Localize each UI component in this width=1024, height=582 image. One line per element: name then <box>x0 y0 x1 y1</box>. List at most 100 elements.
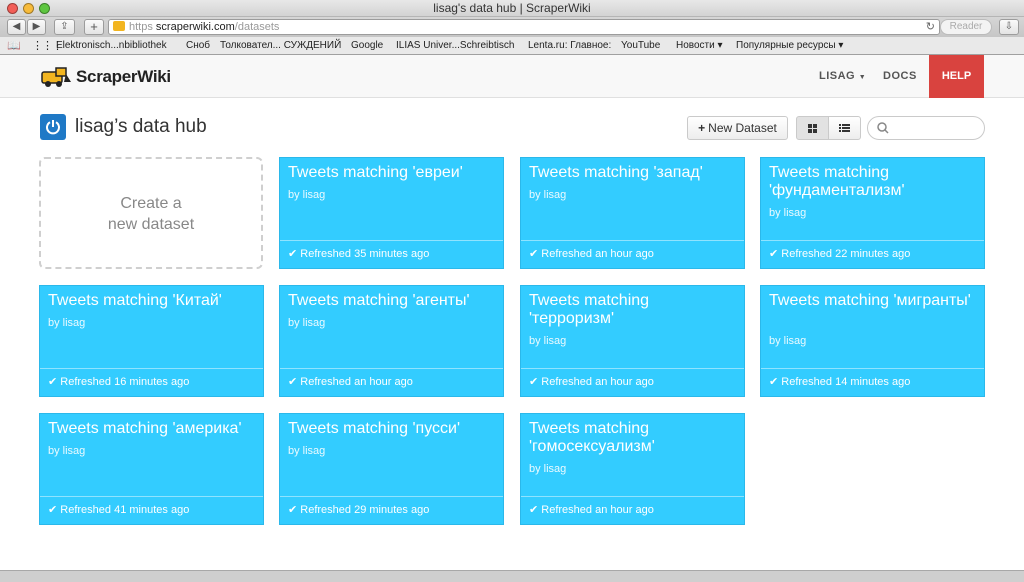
minimize-window-button[interactable] <box>23 3 34 14</box>
user-menu-link[interactable]: LISAG ▼ <box>819 55 866 98</box>
check-icon: ✔ <box>288 504 298 516</box>
status-text: Refreshed an hour ago <box>541 504 654 516</box>
dataset-card[interactable]: Tweets matching 'мигранты' by lisag ✔ Re… <box>760 285 985 397</box>
maximize-window-button[interactable] <box>39 3 50 14</box>
list-icon <box>839 124 850 132</box>
page-title: lisag’s data hub <box>75 116 207 137</box>
dataset-title: Tweets matching 'америка' <box>48 420 242 437</box>
new-dataset-button[interactable]: + New Dataset <box>687 116 788 140</box>
new-dataset-label: New Dataset <box>708 121 777 135</box>
check-icon: ✔ <box>529 376 539 388</box>
status-text: Refreshed an hour ago <box>541 376 654 388</box>
site-favicon <box>113 21 125 31</box>
browser-toolbar: ◀ ▶ ⇪ + https scraperwiki.com/datasets ↻… <box>0 17 1024 37</box>
status-text: Refreshed an hour ago <box>300 376 413 388</box>
status-text: Refreshed 29 minutes ago <box>300 504 430 516</box>
dataset-card[interactable]: Tweets matching 'терроризм' by lisag ✔ R… <box>520 285 745 397</box>
share-button[interactable]: ⇪ <box>54 19 75 35</box>
dataset-owner: by lisag <box>48 445 86 457</box>
site-header: ScraperWiki LISAG ▼ DOCS HELP <box>0 55 1024 98</box>
url-domain: scraperwiki.com <box>155 21 235 33</box>
reader-button[interactable]: Reader <box>940 19 992 35</box>
dataset-status: ✔ Refreshed 41 minutes ago <box>40 496 263 524</box>
dataset-owner: by lisag <box>48 317 86 329</box>
dataset-status: ✔ Refreshed an hour ago <box>521 368 744 396</box>
status-text: Refreshed 35 minutes ago <box>300 248 430 260</box>
page-heading: lisag’s data hub <box>40 114 207 140</box>
close-window-button[interactable] <box>7 3 18 14</box>
chevron-down-icon: ▼ <box>858 74 867 81</box>
create-dataset-line1: Create a <box>120 195 182 212</box>
check-icon: ✔ <box>529 248 539 260</box>
plus-icon: + <box>698 121 706 135</box>
reload-icon[interactable]: ↻ <box>926 20 935 34</box>
dataset-status: ✔ Refreshed 22 minutes ago <box>761 240 984 268</box>
address-bar[interactable]: https scraperwiki.com/datasets ↻ <box>108 19 940 35</box>
dataset-card[interactable]: Tweets matching 'гомосексуализм' by lisa… <box>520 413 745 525</box>
check-icon: ✔ <box>529 504 539 516</box>
bookmark-item[interactable]: Толковател... СУЖДЕНИЙ <box>220 37 341 55</box>
forward-button[interactable]: ▶ <box>27 19 46 35</box>
dataset-owner: by lisag <box>288 317 326 329</box>
dataset-title: Tweets matching 'Китай' <box>48 292 222 309</box>
window-title: lisag's data hub | ScraperWiki <box>433 1 591 15</box>
dataset-card[interactable]: Tweets matching 'фундаментализм' by lisa… <box>760 157 985 269</box>
check-icon: ✔ <box>769 376 779 388</box>
download-icon: ⇩ <box>1004 21 1014 32</box>
dataset-status: ✔ Refreshed an hour ago <box>521 496 744 524</box>
reading-list-icon[interactable]: 📖 <box>7 37 21 55</box>
search-icon <box>877 122 889 134</box>
check-icon: ✔ <box>769 248 779 260</box>
search-input[interactable] <box>867 116 985 140</box>
dataset-owner: by lisag <box>769 335 807 347</box>
dataset-status: ✔ Refreshed 14 minutes ago <box>761 368 984 396</box>
logo-text: ScraperWiki <box>76 67 171 86</box>
bookmark-item[interactable]: Elektronisch...nbibliothek <box>56 37 167 55</box>
window-bottom-bar <box>0 570 1024 582</box>
logo-icon <box>41 67 71 87</box>
dataset-title: Tweets matching 'пусси' <box>288 420 461 437</box>
bookmark-item[interactable]: Популярные ресурсы ▾ <box>736 37 843 55</box>
dataset-card[interactable]: Tweets matching 'америка' by lisag ✔ Ref… <box>39 413 264 525</box>
dataset-card[interactable]: Tweets matching 'агенты' by lisag ✔ Refr… <box>279 285 504 397</box>
dataset-card[interactable]: Tweets matching 'пусси' by lisag ✔ Refre… <box>279 413 504 525</box>
back-button[interactable]: ◀ <box>7 19 26 35</box>
dataset-card[interactable]: Tweets matching 'запад' by lisag ✔ Refre… <box>520 157 745 269</box>
status-text: Refreshed an hour ago <box>541 248 654 260</box>
bookmark-item[interactable]: Сноб <box>186 37 210 55</box>
check-icon: ✔ <box>48 504 58 516</box>
back-arrow-icon: ◀ <box>12 21 21 32</box>
dataset-owner: by lisag <box>288 189 326 201</box>
dataset-status: ✔ Refreshed an hour ago <box>280 368 503 396</box>
bookmark-item[interactable]: Google <box>351 37 383 55</box>
bookmark-item[interactable]: Lenta.ru: Главное: <box>528 37 611 55</box>
check-icon: ✔ <box>288 248 298 260</box>
bookmark-item[interactable]: YouTube <box>621 37 660 55</box>
bookmark-item[interactable]: Новости ▾ <box>676 37 723 55</box>
status-text: Refreshed 41 minutes ago <box>60 504 190 516</box>
create-dataset-tile[interactable]: Create a new dataset <box>39 157 263 269</box>
dataset-status: ✔ Refreshed an hour ago <box>521 240 744 268</box>
status-text: Refreshed 22 minutes ago <box>781 248 911 260</box>
list-view-button[interactable] <box>828 116 861 140</box>
help-button[interactable]: HELP <box>929 55 984 98</box>
dataset-card[interactable]: Tweets matching 'евреи' by lisag ✔ Refre… <box>279 157 504 269</box>
check-icon: ✔ <box>48 376 58 388</box>
dataset-card[interactable]: Tweets matching 'Китай' by lisag ✔ Refre… <box>39 285 264 397</box>
power-icon <box>40 114 66 140</box>
check-icon: ✔ <box>288 376 298 388</box>
dataset-title: Tweets matching 'терроризм' <box>529 292 650 327</box>
dataset-status: ✔ Refreshed 35 minutes ago <box>280 240 503 268</box>
dataset-title: Tweets matching 'гомосексуализм' <box>529 420 655 455</box>
scraperwiki-logo[interactable]: ScraperWiki <box>40 65 171 89</box>
create-dataset-line2: new dataset <box>107 216 195 233</box>
bookmark-item[interactable]: ILIAS Univer...Schreibtisch <box>396 37 514 55</box>
forward-arrow-icon: ▶ <box>32 21 41 32</box>
docs-link[interactable]: DOCS <box>883 55 917 98</box>
grid-icon <box>808 124 817 133</box>
downloads-button[interactable]: ⇩ <box>999 19 1019 35</box>
user-menu-label: LISAG <box>819 70 856 82</box>
dataset-owner: by lisag <box>529 335 567 347</box>
grid-view-button[interactable] <box>796 116 829 140</box>
new-tab-button[interactable]: + <box>84 19 104 35</box>
